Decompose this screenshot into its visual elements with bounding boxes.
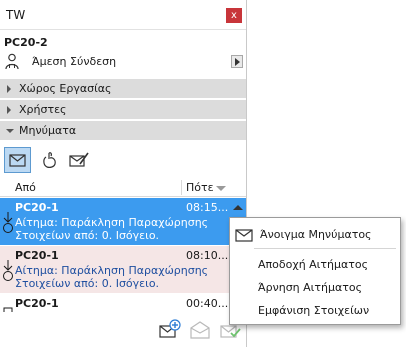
request-icon — [3, 307, 13, 312]
new-message-bottom-button[interactable] — [158, 318, 182, 340]
chevron-right-icon — [7, 85, 11, 93]
section-title: Χώρος Εργασίας — [19, 82, 112, 95]
menu-item-label: Αποδοχή Αιτήματος — [258, 258, 369, 271]
message-sender: PC20-1 — [15, 249, 59, 262]
message-time: 00:40... — [186, 297, 229, 310]
menu-item-label: Άνοιγμα Μηνύματος — [260, 228, 372, 241]
menu-item-label: Άρνηση Αιτήματος — [258, 281, 363, 294]
message-time: 08:10... — [186, 249, 229, 262]
new-mail-icon — [159, 319, 181, 338]
chevron-right-icon — [235, 58, 240, 66]
sort-down-icon[interactable] — [216, 186, 226, 191]
chevron-up-icon — [233, 205, 243, 210]
menu-item-show-elements[interactable]: Εμφάνιση Στοιχείων — [230, 300, 400, 322]
connection-row: Άμεση Σύνδεση — [0, 52, 246, 72]
message-row[interactable]: PC20-1 08:15... Αίτημα: Παράκληση Παραχώ… — [0, 198, 246, 245]
user-icon — [5, 53, 19, 70]
message-detail: Στοιχείων από: 0. Ισόγειο. — [15, 277, 160, 290]
scroll-up-button[interactable] — [231, 201, 245, 215]
server-name: PC20-2 — [4, 36, 48, 49]
context-menu: Άνοιγμα Μηνύματος Αποδοχή Αιτήματος Άρνη… — [229, 217, 401, 325]
chevron-down-icon — [6, 129, 14, 133]
connection-options-button[interactable] — [231, 55, 243, 68]
mail-icon — [235, 229, 253, 242]
new-message-button[interactable] — [66, 147, 93, 173]
compose-message-icon — [69, 152, 89, 167]
message-subject: Αίτημα: Παράκληση Παραχώρησης — [15, 216, 209, 229]
menu-item-accept-request[interactable]: Αποδοχή Αιτήματος — [230, 254, 400, 276]
menu-item-open-message[interactable]: Άνοιγμα Μηνύματος — [230, 224, 400, 246]
message-row[interactable]: PC20-1 08:10... Αίτημα: Παράκληση Παραχώ… — [0, 246, 246, 293]
inbox-icon — [9, 154, 26, 167]
connection-label: Άμεση Σύνδεση — [32, 55, 117, 68]
request-icon — [3, 212, 13, 233]
message-subject: Αίτημα: Παράκληση Παραχώρησης — [15, 264, 209, 277]
teamwork-panel: TW x PC20-2 Άμεση Σύνδεση Χώρος Εργασίας… — [0, 0, 247, 347]
message-row[interactable]: PC20-1 00:40... — [0, 294, 246, 312]
section-workspace[interactable]: Χώρος Εργασίας — [0, 78, 246, 98]
column-divider — [181, 180, 182, 195]
title-bar: TW x — [0, 0, 246, 30]
message-sender: PC20-1 — [15, 201, 59, 214]
chevron-right-icon — [7, 106, 11, 114]
menu-item-label: Εμφάνιση Στοιχείων — [258, 304, 370, 317]
inbox-button[interactable] — [4, 147, 31, 173]
message-sender: PC20-1 — [15, 297, 59, 310]
menu-item-deny-request[interactable]: Άρνηση Αιτήματος — [230, 277, 400, 299]
request-icon — [3, 260, 13, 281]
section-users[interactable]: Χρήστες — [0, 99, 246, 119]
column-from[interactable]: Από — [15, 181, 36, 194]
menu-divider — [254, 248, 396, 249]
compose-request-icon — [43, 152, 56, 168]
window-title: TW — [6, 8, 26, 22]
section-title: Μηνύματα — [19, 124, 77, 137]
message-time: 08:15... — [186, 201, 229, 214]
open-mail-icon — [190, 321, 210, 339]
message-detail: Στοιχείων από: 0. Ισόγειο. — [15, 229, 160, 242]
open-mail-button[interactable] — [188, 318, 212, 340]
new-request-button[interactable] — [37, 147, 64, 173]
close-button[interactable]: x — [226, 8, 242, 23]
message-list-header: Από Πότε — [0, 178, 246, 197]
column-when[interactable]: Πότε — [186, 181, 214, 194]
section-messages[interactable]: Μηνύματα — [0, 120, 246, 140]
section-title: Χρήστες — [19, 103, 67, 116]
